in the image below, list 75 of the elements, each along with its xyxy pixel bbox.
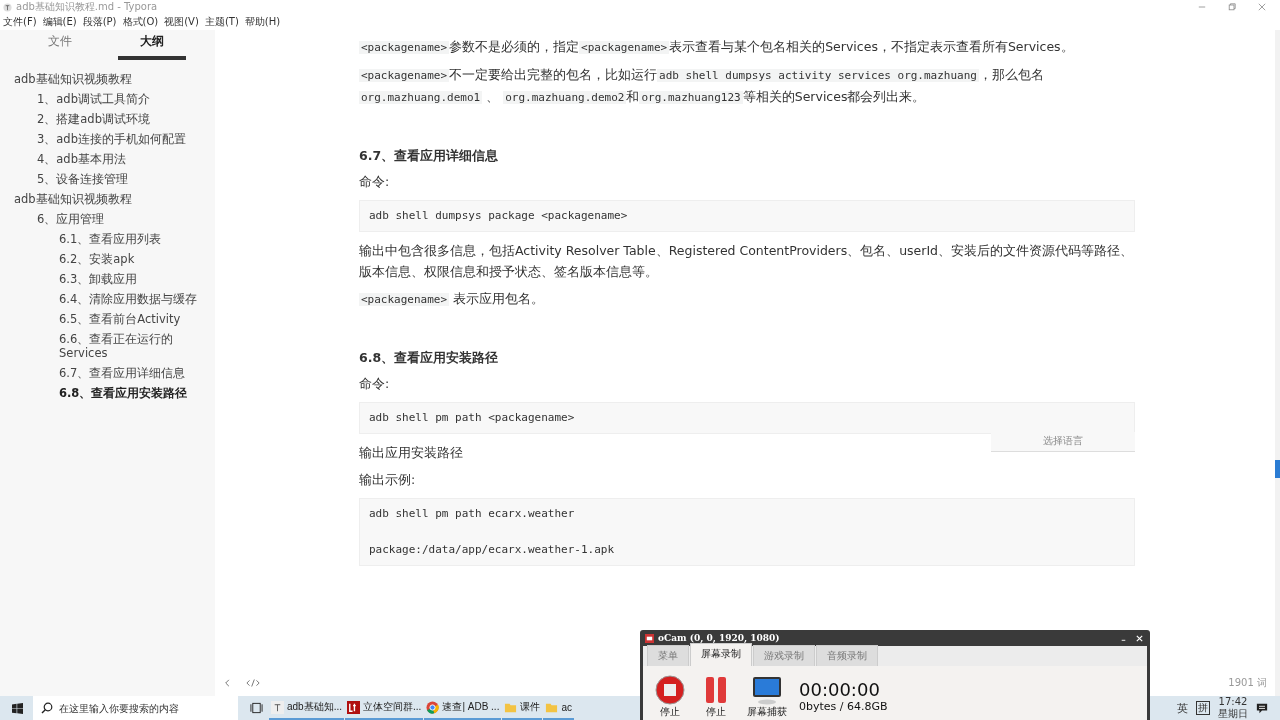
menu-item[interactable]: 格式(O) — [122, 15, 159, 29]
recorder-button[interactable]: 屏幕捕获 — [747, 674, 787, 718]
outline-item[interactable]: 6.8、查看应用安装路径 — [59, 383, 188, 403]
input-mode[interactable]: 拼 — [1196, 701, 1210, 715]
section-heading: 6.8、查看应用安装路径 — [359, 350, 500, 367]
outline-item[interactable]: 6.5、查看前台Activity — [59, 309, 181, 329]
notification-icon[interactable] — [1256, 702, 1268, 714]
recorder-button[interactable]: 停止 — [655, 674, 685, 718]
taskbar-app[interactable]: 立体空间群... — [345, 696, 424, 720]
paragraph: <packagename> 表示应用包名。 — [359, 290, 546, 308]
language-select[interactable]: 选择语言 — [991, 432, 1135, 452]
outline-item[interactable]: 3、adb连接的手机如何配置 — [37, 129, 186, 149]
stop-icon — [655, 674, 685, 705]
paragraph: 命令: — [359, 375, 391, 393]
browser-icon — [426, 700, 440, 714]
paragraph: <packagename> 参数不是必须的，指定 <packagename> 表示查看与某个包名相关的Services，不指定表示查看所有Services。 — [359, 38, 1075, 56]
recorder-app-icon — [645, 633, 654, 643]
app-icon — [3, 2, 12, 12]
paragraph: <packagename> 不一定要给出完整的包名，比如运行 adb shell dumpsys activity services org.mazhuang ，那么包名 org.mazhuang.demo1 、 org.mazhuang.demo2 和 org.mazhuang123 等相关的Services都会列出来。 — [359, 66, 1045, 106]
paragraph: 输出应用安装路径 — [359, 444, 464, 462]
paragraph: 命令: — [359, 173, 391, 191]
outline-item[interactable]: adb基础知识视频教程 — [14, 69, 132, 89]
recorder-tab[interactable]: 游戏录制 — [753, 645, 815, 666]
taskbar-app[interactable]: 速查| ADB ... — [424, 696, 502, 720]
outline-item[interactable]: adb基础知识视频教程 — [14, 189, 132, 209]
letter-tile-icon — [271, 700, 284, 714]
source-code-icon[interactable] — [246, 678, 260, 688]
code-block: adb shell pm path <packagename> — [359, 402, 1135, 434]
outline-item[interactable]: 6、应用管理 — [37, 209, 105, 229]
sidebar-tab[interactable]: 文件 — [26, 30, 94, 60]
recorder-title: oCam (0, 0, 1920, 1080) — [658, 633, 780, 643]
recorder-tab[interactable]: 菜单 — [647, 645, 689, 666]
task-view-icon[interactable] — [250, 702, 263, 714]
menu-item[interactable]: 文件(F) — [3, 15, 37, 29]
outline-item[interactable]: 6.3、卸载应用 — [59, 269, 138, 289]
scrollbar-thumb[interactable] — [1275, 460, 1280, 478]
input-language[interactable]: 英 — [1177, 700, 1188, 716]
outline-item[interactable]: 1、adb调试工具简介 — [37, 89, 150, 109]
outline-item[interactable]: 6.1、查看应用列表 — [59, 229, 162, 249]
outline-item[interactable]: 6.6、查看正在运行的Services — [59, 329, 199, 363]
menu-item[interactable]: 主题(T) — [204, 15, 239, 29]
paragraph: 输出示例: — [359, 471, 417, 489]
outline-item[interactable]: 2、搭建adb调试环境 — [37, 109, 150, 129]
window-title: adb基础知识教程.md - Typora — [16, 0, 158, 14]
taskbar-app[interactable]: adb基础知... — [269, 696, 345, 720]
menu-item[interactable]: 帮助(H) — [244, 15, 281, 29]
recording-timer: 00:00:00 — [799, 679, 881, 700]
menu-item[interactable]: 视图(V) — [164, 15, 199, 29]
windows-start-icon[interactable] — [12, 702, 23, 714]
section-heading: 6.7、查看应用详细信息 — [359, 148, 500, 165]
menu-item[interactable]: 段落(P) — [82, 15, 117, 29]
recording-size: 0bytes / 64.8GB — [799, 700, 888, 713]
outline-item[interactable]: 6.4、清除应用数据与缓存 — [59, 289, 198, 309]
menu-item[interactable]: 编辑(E) — [42, 15, 77, 29]
recorder-tab[interactable]: 屏幕录制 — [690, 643, 752, 666]
taskbar-app[interactable]: 课件 — [502, 696, 543, 720]
outline-item[interactable]: 4、adb基本用法 — [37, 149, 126, 169]
code-block: adb shell pm path ecarx.weather package:/data/app/ecarx.weather-1.apk — [359, 498, 1135, 566]
clock-weekday[interactable]: 星期日 — [1218, 708, 1248, 720]
paragraph: 输出中包含很多信息，包括Activity Resolver Table、Registered ContentProviders、包名、userId、安装后的文件资源代码等路径、版本信息、权限信息和授予状态、签名版本信息等。 — [359, 242, 1135, 281]
recorder-tab[interactable]: 音频录制 — [816, 645, 878, 666]
taskbar-search-field[interactable]: 在这里输入你要搜索的内容 — [33, 696, 238, 720]
code-block: adb shell dumpsys package <packagename> — [359, 200, 1135, 232]
outline-item[interactable]: 5、设备连接管理 — [37, 169, 129, 189]
outline-item[interactable]: 6.2、安装apk — [59, 249, 135, 269]
letter-logo-icon — [347, 700, 361, 714]
restore-icon[interactable] — [1228, 3, 1236, 11]
clock-time[interactable]: 17:42 — [1218, 696, 1248, 708]
chevron-left-icon[interactable] — [223, 678, 232, 688]
sidebar-tab[interactable]: 大纲 — [118, 30, 186, 60]
outline-item[interactable]: 6.7、查看应用详细信息 — [59, 363, 186, 383]
monitor-icon — [752, 674, 782, 705]
recorder-button[interactable]: 停止 — [701, 674, 731, 718]
taskbar-app[interactable]: ac — [543, 696, 574, 720]
search-icon — [41, 702, 53, 714]
